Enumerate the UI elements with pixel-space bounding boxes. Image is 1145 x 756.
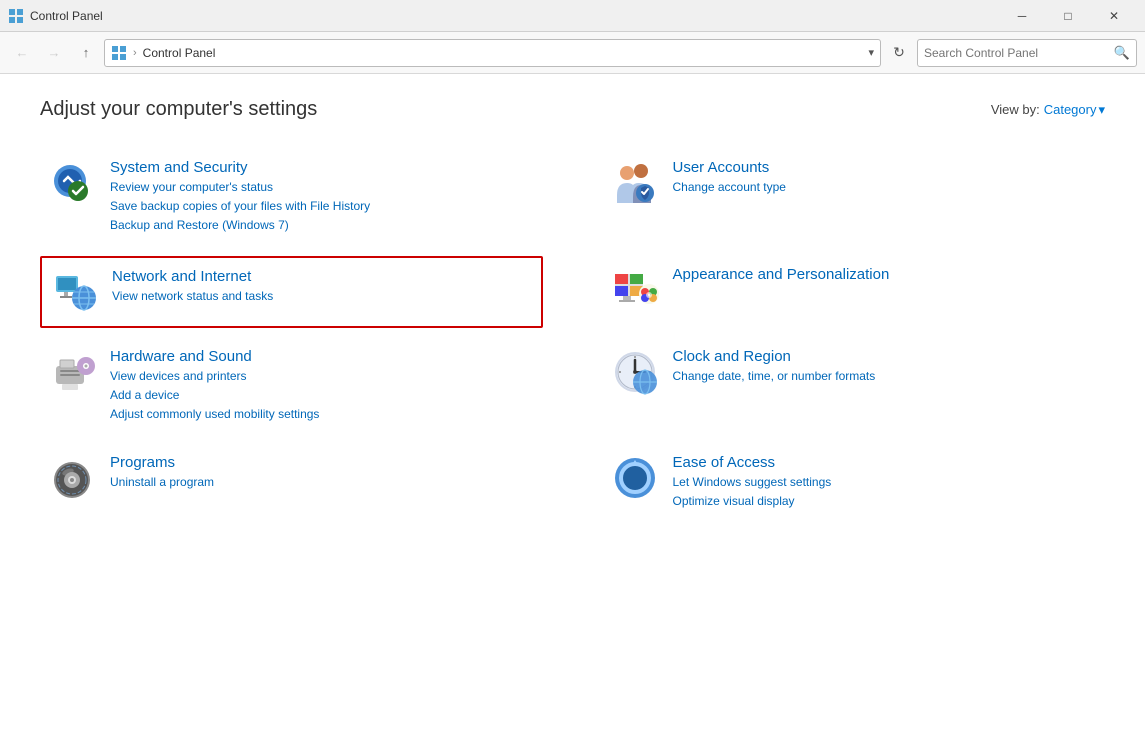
programs-link-1[interactable]: Uninstall a program [110,473,214,492]
view-by-dropdown[interactable]: Category ▾ [1044,102,1105,118]
ease-of-access-title[interactable]: Ease of Access [673,454,832,471]
hardware-sound-content: Hardware and Sound View devices and prin… [110,348,319,425]
programs-content: Programs Uninstall a program [110,454,214,492]
search-input[interactable] [924,46,1110,60]
title-bar-text: Control Panel [30,9,103,23]
category-user-accounts[interactable]: User Accounts Change account type [603,149,1106,246]
user-accounts-icon [611,159,659,207]
ease-of-access-content: Ease of Access Let Windows suggest setti… [673,454,832,511]
clock-region-title[interactable]: Clock and Region [673,348,876,365]
programs-icon [48,454,96,502]
view-by-chevron: ▾ [1098,102,1105,118]
system-security-icon [48,159,96,207]
hardware-sound-icon [48,348,96,396]
main-content: Adjust your computer's settings View by:… [0,74,1145,756]
category-network-internet[interactable]: Network and Internet View network status… [40,256,543,328]
appearance-content: Appearance and Personalization [673,266,890,285]
clock-region-link-1[interactable]: Change date, time, or number formats [673,367,876,386]
page-title: Adjust your computer's settings [40,98,317,121]
close-button[interactable]: ✕ [1091,0,1137,32]
up-button[interactable]: ↑ [72,39,100,67]
title-bar-controls: ─ □ ✕ [999,0,1137,32]
title-bar: Control Panel ─ □ ✕ [0,0,1145,32]
ease-of-access-link-2[interactable]: Optimize visual display [673,492,832,511]
hardware-sound-link-3[interactable]: Adjust commonly used mobility settings [110,405,319,424]
view-by: View by: Category ▾ [991,102,1105,118]
system-security-link-1[interactable]: Review your computer's status [110,178,370,197]
address-bar-icon [111,45,127,61]
category-programs[interactable]: Programs Uninstall a program [40,444,543,521]
title-bar-left: Control Panel [8,8,103,24]
category-ease-of-access[interactable]: Ease of Access Let Windows suggest setti… [603,444,1106,521]
category-clock-region[interactable]: Clock and Region Change date, time, or n… [603,338,1106,435]
user-accounts-content: User Accounts Change account type [673,159,786,197]
system-security-link-3[interactable]: Backup and Restore (Windows 7) [110,216,370,235]
hardware-sound-title[interactable]: Hardware and Sound [110,348,319,365]
control-panel-icon [8,8,24,24]
system-security-title[interactable]: System and Security [110,159,370,176]
ease-of-access-icon [611,454,659,502]
address-bar: ← → ↑ › Control Panel ▾ ↻ 🔍 [0,32,1145,74]
system-security-content: System and Security Review your computer… [110,159,370,236]
address-bar-input[interactable]: › Control Panel ▾ [104,39,881,67]
address-separator: › [133,47,137,59]
address-breadcrumb: Control Panel [143,46,863,60]
address-dropdown-button[interactable]: ▾ [868,46,874,59]
header-row: Adjust your computer's settings View by:… [40,98,1105,121]
network-internet-content: Network and Internet View network status… [112,268,273,306]
system-security-link-2[interactable]: Save backup copies of your files with Fi… [110,197,370,216]
view-by-value: Category [1044,102,1097,117]
user-accounts-title[interactable]: User Accounts [673,159,786,176]
category-appearance[interactable]: Appearance and Personalization [603,256,1106,328]
user-accounts-link-1[interactable]: Change account type [673,178,786,197]
categories-grid: System and Security Review your computer… [40,149,1105,532]
network-internet-link-1[interactable]: View network status and tasks [112,287,273,306]
category-system-security[interactable]: System and Security Review your computer… [40,149,543,246]
hardware-sound-link-2[interactable]: Add a device [110,386,319,405]
category-hardware-sound[interactable]: Hardware and Sound View devices and prin… [40,338,543,435]
programs-title[interactable]: Programs [110,454,214,471]
clock-region-content: Clock and Region Change date, time, or n… [673,348,876,386]
minimize-button[interactable]: ─ [999,0,1045,32]
appearance-title[interactable]: Appearance and Personalization [673,266,890,283]
network-internet-title[interactable]: Network and Internet [112,268,273,285]
clock-region-icon [611,348,659,396]
appearance-icon [611,266,659,314]
back-button[interactable]: ← [8,39,36,67]
search-bar[interactable]: 🔍 [917,39,1137,67]
search-icon[interactable]: 🔍 [1114,45,1130,61]
refresh-button[interactable]: ↻ [885,39,913,67]
maximize-button[interactable]: □ [1045,0,1091,32]
forward-button[interactable]: → [40,39,68,67]
hardware-sound-link-1[interactable]: View devices and printers [110,367,319,386]
view-by-label: View by: [991,102,1040,117]
network-internet-icon [50,268,98,316]
ease-of-access-link-1[interactable]: Let Windows suggest settings [673,473,832,492]
